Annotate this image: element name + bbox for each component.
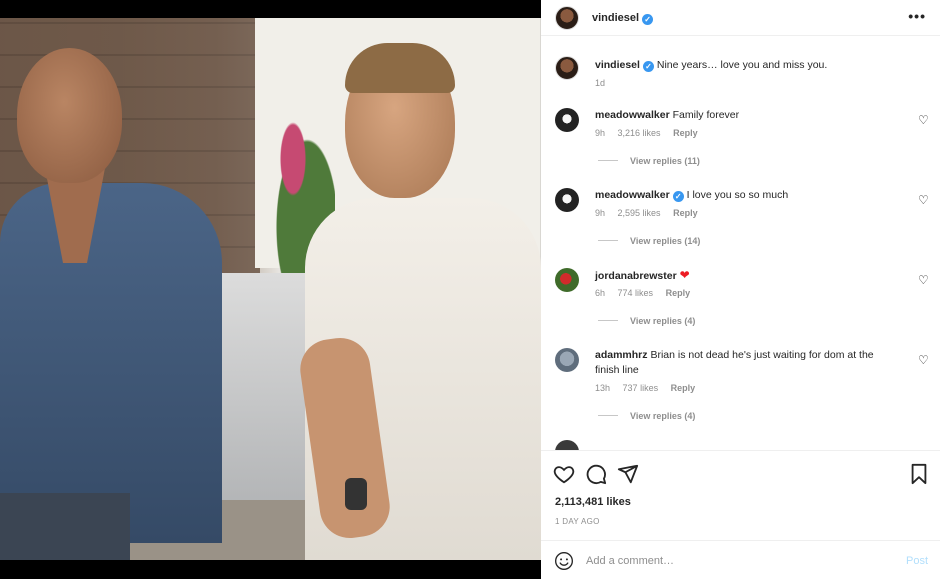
reply-button[interactable]: Reply [671, 383, 696, 393]
replies-divider [598, 415, 618, 416]
save-bookmark-icon[interactable] [908, 463, 930, 485]
view-replies-button[interactable]: View replies (14) [598, 236, 700, 246]
comment-list[interactable]: vindiesel ✓ Nine years… love you and miss… [541, 44, 940, 450]
view-replies-button[interactable]: View replies (11) [598, 156, 700, 166]
add-comment-input[interactable] [586, 550, 886, 572]
comment-username[interactable]: meadowwalker [595, 109, 670, 121]
caption-text: Nine years… love you and miss you. [656, 59, 828, 71]
comment-meta: 6h 774 likes Reply [595, 288, 700, 298]
comment-likes[interactable]: 737 likes [623, 383, 659, 393]
emoji-icon[interactable] [554, 551, 574, 571]
add-comment-bar: Post [541, 540, 940, 579]
view-replies-label[interactable]: View replies (4) [630, 316, 695, 326]
person-right [296, 38, 541, 560]
blue-shirt [0, 183, 222, 543]
comment-likes[interactable]: 2,595 likes [618, 208, 661, 218]
comment-meta: 9h 3,216 likes Reply [595, 128, 708, 138]
comment-text-line: adammhrz Brian is not dead he's just wai… [595, 348, 895, 378]
jeans [0, 493, 130, 560]
like-comment-heart-icon[interactable]: ♡ [918, 114, 930, 126]
post-header: vindiesel ✓ ••• [541, 0, 940, 36]
verified-badge-icon: ✓ [642, 14, 654, 25]
comment-bubble-icon[interactable] [585, 463, 607, 485]
reply-button[interactable]: Reply [673, 208, 698, 218]
comment-text-line: jordanabrewster ❤ [595, 268, 895, 284]
posted-time[interactable]: 1 DAY AGO [555, 517, 600, 526]
author-username-text[interactable]: vindiesel [592, 12, 639, 24]
caption-username[interactable]: vindiesel [595, 59, 640, 71]
comment-time: 9h [595, 128, 606, 138]
replies-divider [598, 320, 618, 321]
comment-avatar[interactable] [555, 108, 579, 132]
comment-meta: 9h 2,595 likes Reply [595, 208, 708, 218]
comment-meta: 13h 737 likes Reply [595, 383, 705, 393]
view-replies-label[interactable]: View replies (14) [630, 236, 700, 246]
comment-text-line: meadowwalker ✓ I love you so so much [595, 188, 895, 203]
post-comment-button[interactable]: Post [906, 555, 928, 567]
comment-text: I love you so so much [686, 189, 789, 201]
author-username[interactable]: vindiesel ✓ [592, 12, 654, 25]
view-replies-label[interactable]: View replies (4) [630, 411, 695, 421]
comment-time: 9h [595, 208, 606, 218]
author-avatar[interactable] [555, 6, 579, 30]
head [17, 48, 122, 183]
reply-button[interactable]: Reply [666, 288, 691, 298]
caption-text-line: vindiesel ✓ Nine years… love you and miss… [595, 58, 895, 73]
like-comment-heart-icon[interactable]: ♡ [918, 354, 930, 366]
like-comment-heart-icon[interactable]: ♡ [918, 194, 930, 206]
comments-panel: vindiesel ✓ ••• vindiesel ✓ Nine years… lo… [541, 0, 940, 579]
wristwatch [345, 478, 367, 510]
reply-button[interactable]: Reply [673, 128, 698, 138]
share-send-icon[interactable] [617, 463, 639, 485]
comment-time: 13h [595, 383, 611, 393]
replies-divider [598, 240, 618, 241]
view-replies-button[interactable]: View replies (4) [598, 411, 695, 421]
view-replies-label[interactable]: View replies (11) [630, 156, 700, 166]
caption-avatar[interactable] [555, 56, 579, 80]
verified-badge-icon: ✓ [672, 191, 684, 202]
caption-time: 1d [595, 78, 606, 88]
comment-text-line: meadowwalker Family forever [595, 108, 895, 123]
comment-time: 6h [595, 288, 606, 298]
likes-count[interactable]: 2,113,481 likes [555, 496, 631, 508]
comment-username[interactable]: adammhrz [595, 349, 648, 361]
person-left [0, 38, 230, 560]
more-options-icon[interactable]: ••• [908, 8, 926, 24]
comment-likes[interactable]: 3,216 likes [618, 128, 661, 138]
like-heart-icon[interactable] [553, 463, 575, 485]
comment-avatar[interactable] [555, 440, 579, 450]
comment-avatar[interactable] [555, 268, 579, 292]
verified-badge-icon: ✓ [642, 61, 654, 72]
like-comment-heart-icon[interactable]: ♡ [918, 274, 930, 286]
post-photo[interactable] [0, 18, 541, 560]
comment-likes[interactable]: 774 likes [618, 288, 654, 298]
comment-text: Family forever [672, 109, 740, 121]
caption-meta: 1d [595, 78, 615, 88]
view-replies-button[interactable]: View replies (4) [598, 316, 695, 326]
replies-divider [598, 160, 618, 161]
comment-avatar[interactable] [555, 188, 579, 212]
comment-username[interactable]: meadowwalker [595, 189, 670, 201]
hair [345, 43, 455, 93]
comment-username[interactable]: jordanabrewster [595, 270, 677, 282]
red-heart-emoji: ❤ [679, 268, 690, 282]
post-actions: 2,113,481 likes 1 DAY AGO [541, 450, 940, 540]
comment-avatar[interactable] [555, 348, 579, 372]
